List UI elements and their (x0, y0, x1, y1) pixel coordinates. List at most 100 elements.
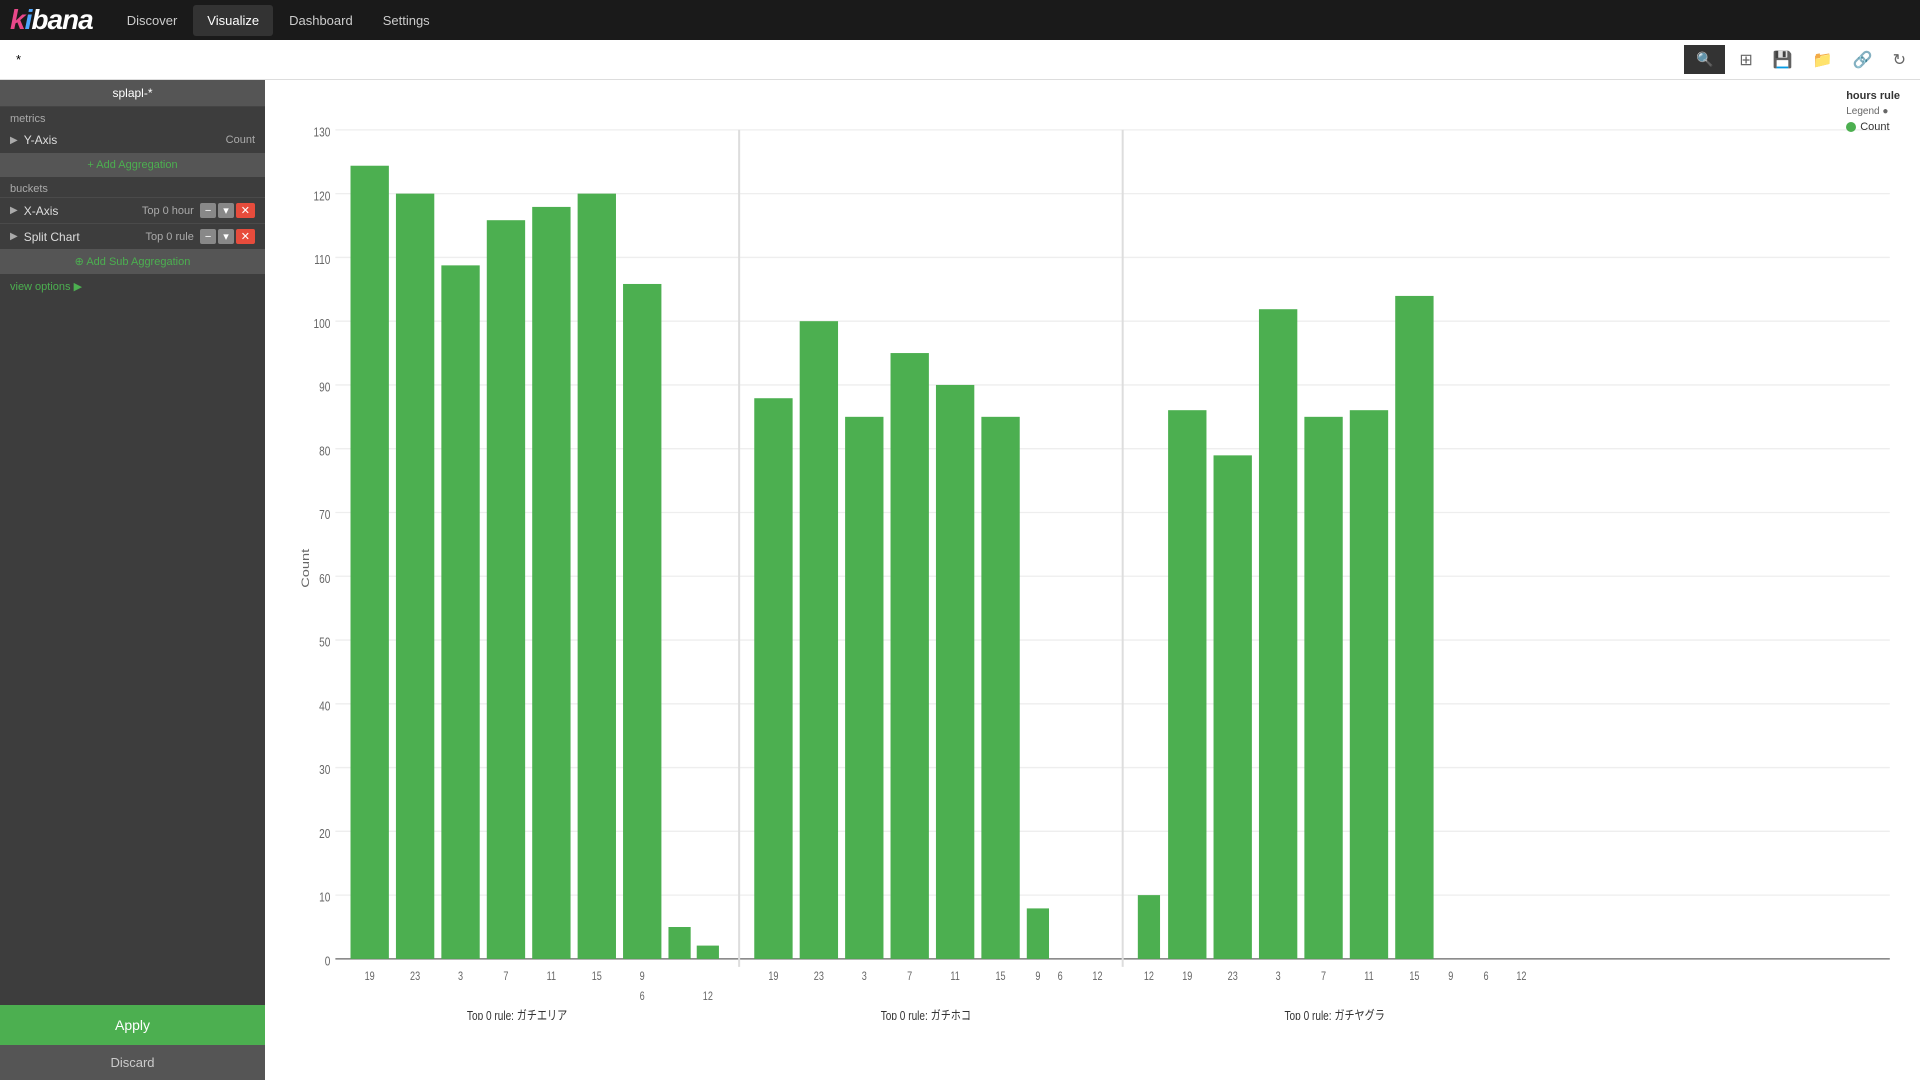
add-sub-aggregation-button[interactable]: ⊕ Add Sub Aggregation (0, 249, 265, 274)
split-chart-edit-btn[interactable]: ▾ (218, 229, 234, 244)
chart-group-3: 12 19 23 3 7 11 15 9 (1138, 296, 1527, 1020)
svg-text:110: 110 (314, 253, 330, 268)
bar-g2-label-4: 7 (907, 970, 912, 984)
bar-g3-5 (1304, 417, 1342, 959)
bar-g2-1 (754, 398, 792, 959)
add-aggregation-button[interactable]: + Add Aggregation (0, 153, 265, 177)
bar-g2-label-9: 12 (1092, 970, 1102, 984)
legend-title: hours rule (1846, 90, 1900, 102)
bar-g2-4 (891, 353, 929, 959)
x-axis-arrow: ▶ (10, 205, 18, 216)
bar-g2-label-5: 11 (950, 970, 960, 984)
bar-g2-label-8: 6 (1058, 970, 1063, 984)
x-axis-controls: − ▾ ✕ (200, 203, 255, 218)
bar-g2-2 (800, 321, 838, 959)
discard-button[interactable]: Discard (0, 1045, 265, 1080)
bar-g3-6 (1350, 410, 1388, 959)
toolbar-icon-3[interactable]: 📁 (1807, 48, 1839, 72)
bar-g2-label-1: 19 (768, 970, 778, 984)
search-button[interactable]: 🔍 (1684, 45, 1725, 74)
svg-text:50: 50 (319, 635, 331, 650)
bar-g2-5 (936, 385, 974, 959)
y-axis-item[interactable]: ▶ Y-Axis Count (0, 127, 265, 153)
bar-g2-3 (845, 417, 883, 959)
chart-svg: Count 130 120 110 100 90 80 70 60 (295, 90, 1910, 1020)
bar-g1-label-7: 9 (640, 970, 645, 984)
search-input[interactable] (8, 48, 1684, 71)
bar-g1-label-4: 7 (503, 970, 508, 984)
bar-g1-1 (351, 166, 389, 959)
svg-text:100: 100 (313, 317, 330, 332)
split-chart-bucket-row[interactable]: ▶ Split Chart Top 0 rule − ▾ ✕ (0, 223, 265, 249)
bar-g1-4 (487, 220, 525, 959)
search-bar: 🔍 ⊞ 💾 📁 🔗 ↻ (0, 40, 1920, 80)
sidebar-footer: Apply Discard (0, 1005, 265, 1080)
svg-text:40: 40 (319, 699, 331, 714)
y-axis-arrow: ▶ (10, 135, 18, 146)
svg-text:30: 30 (319, 763, 331, 778)
apply-button[interactable]: Apply (0, 1005, 265, 1045)
y-axis-label: Y-Axis (24, 133, 226, 147)
metrics-label: metrics (0, 107, 265, 127)
split-chart-controls: − ▾ ✕ (200, 229, 255, 244)
legend: hours rule Legend ● Count (1846, 90, 1900, 133)
legend-count-item: Count (1846, 121, 1900, 133)
toolbar-icon-4[interactable]: 🔗 (1847, 48, 1879, 72)
bar-g3-label-1: 12 (1144, 970, 1154, 984)
svg-text:90: 90 (319, 380, 331, 395)
toolbar-icon-5[interactable]: ↻ (1887, 48, 1912, 72)
split-chart-arrow: ▶ (10, 231, 18, 242)
nav-dashboard[interactable]: Dashboard (275, 5, 367, 36)
split-chart-minus-btn[interactable]: − (200, 229, 216, 244)
bar-g3-3 (1214, 455, 1252, 959)
toolbar-icon-1[interactable]: ⊞ (1733, 48, 1758, 72)
bar-g1-label-9: 12 (703, 990, 713, 1004)
x-axis-remove-btn[interactable]: ✕ (236, 203, 255, 218)
bar-g3-label-5: 7 (1321, 970, 1326, 984)
y-axis-label-text: Count (299, 548, 312, 587)
buckets-label: buckets (0, 177, 265, 197)
bar-g3-label-2: 19 (1182, 970, 1192, 984)
group3-label: Top 0 rule: ガチヤグラ (1285, 1008, 1385, 1020)
x-axis-minus-btn[interactable]: − (200, 203, 216, 218)
bar-g3-2 (1168, 410, 1206, 959)
bar-g1-label-5: 11 (547, 970, 557, 984)
bar-g3-7 (1395, 296, 1433, 959)
bar-g2-7 (1027, 908, 1049, 958)
svg-text:10: 10 (319, 890, 331, 905)
bar-g1-3 (441, 265, 479, 959)
bar-g3-label-10: 12 (1516, 970, 1526, 984)
bar-g1-8 (668, 927, 690, 959)
svg-text:70: 70 (319, 508, 331, 523)
bar-g3-label-7: 15 (1409, 970, 1419, 984)
chart-group-2: 19 23 3 7 11 15 9 6 1 (754, 321, 1102, 1020)
x-axis-bucket-label: X-Axis (24, 204, 142, 218)
view-options-toggle[interactable]: view options ▶ (0, 274, 265, 299)
bar-g1-label-2: 23 (410, 970, 420, 984)
nav-visualize[interactable]: Visualize (193, 5, 273, 36)
group1-label: Top 0 rule: ガチエリア (467, 1009, 567, 1020)
x-axis-bucket-row[interactable]: ▶ X-Axis Top 0 hour − ▾ ✕ (0, 197, 265, 223)
bar-g1-label-1: 19 (365, 970, 375, 984)
bar-g3-label-9: 6 (1484, 970, 1489, 984)
split-chart-remove-btn[interactable]: ✕ (236, 229, 255, 244)
svg-text:80: 80 (319, 444, 331, 459)
x-axis-edit-btn[interactable]: ▾ (218, 203, 234, 218)
svg-text:130: 130 (313, 125, 330, 140)
kibana-logo: kibana (10, 4, 93, 36)
y-axis-value: Count (226, 134, 255, 146)
toolbar-icon-2[interactable]: 💾 (1767, 48, 1799, 72)
group2-label: Top 0 rule: ガチホコ (881, 1009, 971, 1020)
bar-g3-1 (1138, 895, 1160, 959)
svg-text:0: 0 (325, 954, 331, 969)
bar-g2-label-2: 23 (814, 970, 824, 984)
main-layout: splapl-* metrics ▶ Y-Axis Count + Add Ag… (0, 80, 1920, 1080)
svg-text:20: 20 (319, 827, 331, 842)
bar-g1-9 (697, 946, 719, 959)
nav-settings[interactable]: Settings (369, 5, 444, 36)
bar-g3-label-8: 9 (1448, 970, 1453, 984)
bar-g1-label-8: 6 (640, 990, 645, 1004)
nav-discover[interactable]: Discover (113, 5, 192, 36)
bar-g1-2 (396, 194, 434, 959)
search-toolbar-icons: ⊞ 💾 📁 🔗 ↻ (1733, 48, 1912, 72)
